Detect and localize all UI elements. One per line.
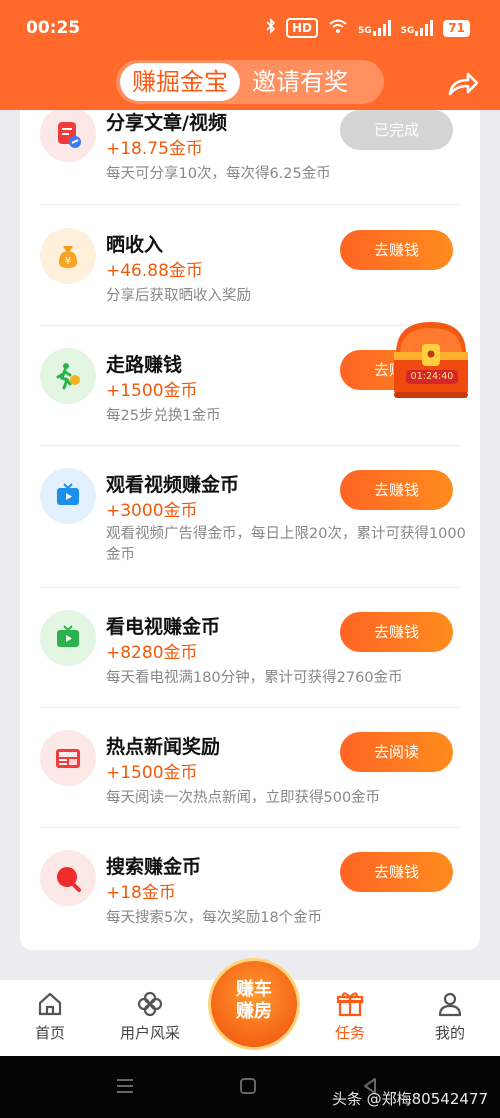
task-title: 搜索赚金币 xyxy=(106,856,202,878)
task-desc: 每天阅读一次热点新闻，立即获得500金币 xyxy=(106,790,381,806)
task-reward: +46.88金币 xyxy=(106,261,203,281)
nav-user-showcase[interactable]: 用户风采 xyxy=(110,990,190,1043)
task-reward: +8280金币 xyxy=(106,643,198,663)
task-desc: 每25步兑换1金币 xyxy=(106,408,221,424)
center-badge-line2: 赚房 xyxy=(236,1001,272,1022)
task-reward: +3000金币 xyxy=(106,501,198,521)
walking-icon xyxy=(40,348,96,404)
nav-label: 任务 xyxy=(334,1024,365,1042)
tab-bar: 赚掘金宝 邀请有奖 xyxy=(116,60,384,104)
nav-mine[interactable]: 我的 xyxy=(410,990,490,1043)
nav-label: 首页 xyxy=(34,1024,65,1042)
wifi-icon xyxy=(328,18,348,38)
task-reward: +18.75金币 xyxy=(106,139,203,159)
share-icon[interactable] xyxy=(446,68,480,100)
header: 赚掘金宝 邀请有奖 xyxy=(0,58,500,110)
task-reward: +1500金币 xyxy=(106,381,198,401)
go-read-button[interactable]: 去阅读 xyxy=(340,732,453,772)
hd-indicator: HD xyxy=(285,18,318,38)
clover-icon xyxy=(137,991,163,1017)
task-item-income: ¥ 晒收入 +46.88金币 分享后获取晒收入奖励 去赚钱 xyxy=(20,228,480,324)
task-title: 晒收入 xyxy=(106,234,164,256)
divider xyxy=(40,204,460,205)
bluetooth-icon xyxy=(266,18,276,38)
status-time: 00:25 xyxy=(26,18,81,38)
home-button-icon[interactable] xyxy=(238,1076,258,1100)
chest-timer: 01:24:40 xyxy=(406,370,458,384)
news-icon xyxy=(40,730,96,786)
task-item-news: 热点新闻奖励 +1500金币 每天阅读一次热点新闻，立即获得500金币 去阅读 xyxy=(20,730,480,826)
task-title: 分享文章/视频 xyxy=(106,112,227,134)
signal-5g-icon-1: 5G xyxy=(358,20,391,36)
task-title: 热点新闻奖励 xyxy=(106,736,221,758)
task-item-search: 搜索赚金币 +18金币 每天搜索5次，每次奖励18个金币 去赚钱 xyxy=(20,850,480,946)
tab-dig-treasure[interactable]: 赚掘金宝 xyxy=(120,63,240,101)
task-title: 观看视频赚金币 xyxy=(106,474,240,496)
nav-label: 用户风采 xyxy=(119,1024,180,1042)
task-completed-button[interactable]: 已完成 xyxy=(340,110,453,150)
center-badge-line1: 赚车 xyxy=(236,979,272,1000)
go-earn-button[interactable]: 去赚钱 xyxy=(340,612,453,652)
nav-tasks[interactable]: 任务 xyxy=(310,990,390,1043)
treasure-chest[interactable]: 01:24:40 xyxy=(386,314,476,404)
menu-icon[interactable] xyxy=(115,1076,135,1100)
status-bar: 00:25 HD 5G 5G 71 xyxy=(0,0,500,58)
tv-video-icon xyxy=(40,468,96,524)
share-article-icon xyxy=(40,110,96,162)
go-earn-button[interactable]: 去赚钱 xyxy=(340,470,453,510)
money-bag-icon: ¥ xyxy=(40,228,96,284)
task-item-watch-video: 观看视频赚金币 +3000金币 观看视频广告得金币，每日上限20次，累计可获得1… xyxy=(20,468,480,586)
home-icon xyxy=(38,992,62,1016)
task-list: 分享文章/视频 +18.75金币 每天可分享10次，每次得6.25金币 已完成 … xyxy=(20,110,480,950)
treasure-chest-icon xyxy=(394,322,468,398)
divider xyxy=(40,707,460,708)
nav-home[interactable]: 首页 xyxy=(10,990,90,1043)
earn-car-house-button[interactable]: 赚车 赚房 xyxy=(208,958,300,1050)
task-desc: 每天搜索5次，每次奖励18个金币 xyxy=(106,910,323,926)
status-indicators: HD 5G 5G 71 xyxy=(266,18,470,38)
battery-icon: 71 xyxy=(443,19,470,37)
watermark: 头条 @郑梅80542477 xyxy=(331,1090,488,1108)
task-desc: 分享后获取晒收入奖励 xyxy=(106,288,251,304)
task-desc: 每天看电视满180分钟，累计可获得2760金币 xyxy=(106,670,403,686)
search-icon xyxy=(40,850,96,906)
task-desc: 观看视频广告得金币，每日上限20次，累计可获得1000金币 xyxy=(106,526,466,563)
go-earn-button[interactable]: 去赚钱 xyxy=(340,852,453,892)
task-desc: 每天可分享10次，每次得6.25金币 xyxy=(106,166,331,182)
signal-5g-icon-2: 5G xyxy=(401,20,434,36)
nav-label: 我的 xyxy=(434,1024,465,1042)
svg-text:¥: ¥ xyxy=(65,256,71,267)
task-reward: +1500金币 xyxy=(106,763,198,783)
user-icon xyxy=(438,992,462,1017)
tv-play-icon xyxy=(40,610,96,666)
bottom-nav: 首页 用户风采 赚车 赚房 任务 我的 xyxy=(0,958,500,1056)
task-title: 走路赚钱 xyxy=(106,354,183,376)
task-title: 看电视赚金币 xyxy=(106,616,221,638)
task-item-watch-tv: 看电视赚金币 +8280金币 每天看电视满180分钟，累计可获得2760金币 去… xyxy=(20,610,480,706)
task-reward: +18金币 xyxy=(106,883,176,903)
task-item-share: 分享文章/视频 +18.75金币 每天可分享10次，每次得6.25金币 已完成 xyxy=(20,110,480,205)
divider xyxy=(40,587,460,588)
gift-icon xyxy=(336,992,364,1017)
divider xyxy=(40,445,460,446)
go-earn-button[interactable]: 去赚钱 xyxy=(340,230,453,270)
divider xyxy=(40,827,460,828)
tab-invite[interactable]: 邀请有奖 xyxy=(240,63,360,101)
